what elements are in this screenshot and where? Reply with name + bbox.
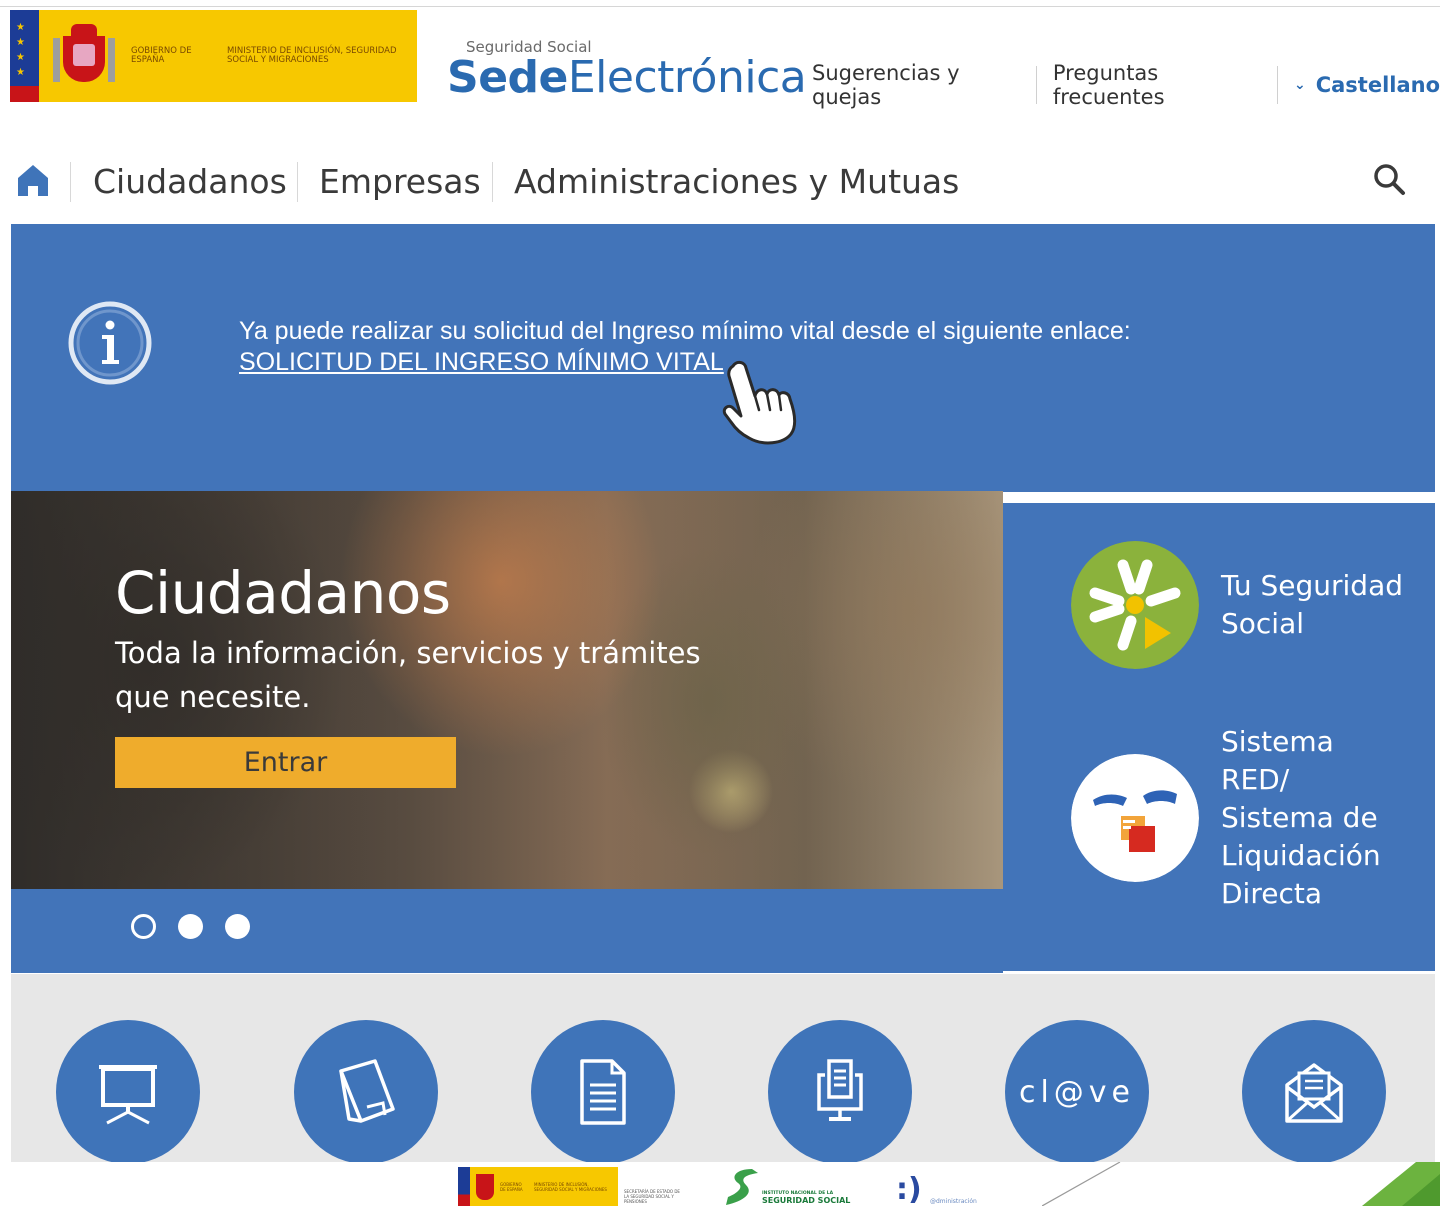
side-panel: Tu Seguridad Social Sistema RED/ Sistema… bbox=[1003, 503, 1435, 971]
services-band: cl@ve bbox=[11, 974, 1435, 1164]
footer-gobierno-text: GOBIERNO DE ESPAÑA bbox=[500, 1181, 523, 1192]
tu-seguridad-social-logo-icon bbox=[1071, 541, 1199, 669]
carousel-footer bbox=[11, 889, 1003, 973]
footer-strip bbox=[0, 1162, 1440, 1206]
footer-flag-strip bbox=[458, 1167, 470, 1206]
link-divider bbox=[1035, 66, 1037, 104]
footer-ministerio-text: MINISTERIO DE INCLUSIÓN, SEGURIDAD SOCIA… bbox=[534, 1181, 607, 1192]
language-selector[interactable]: ⌄ Castellano bbox=[1294, 73, 1440, 97]
footer-inss-logo: INSTITUTO NACIONAL DE LA SEGURIDAD SOCIA… bbox=[722, 1167, 852, 1206]
service-presentation[interactable] bbox=[56, 1020, 200, 1164]
chevron-down-icon: ⌄ bbox=[1293, 77, 1306, 93]
carousel-dot-3[interactable] bbox=[225, 914, 250, 939]
sede-electronica-logo[interactable]: SedeElectrónica bbox=[447, 52, 807, 103]
search-icon[interactable] bbox=[1372, 162, 1406, 196]
service-document[interactable] bbox=[531, 1020, 675, 1164]
carousel-dots bbox=[131, 914, 250, 939]
language-label: Castellano bbox=[1315, 73, 1440, 97]
gobierno-text: GOBIERNO DE ESPAÑA bbox=[131, 46, 192, 65]
clave-logo-icon: cl@ve bbox=[1018, 1074, 1136, 1110]
tu-seguridad-social-label: Tu Seguridad Social bbox=[1221, 569, 1404, 640]
carousel-description: Toda la información, servicios y trámite… bbox=[115, 636, 701, 714]
home-icon[interactable] bbox=[16, 162, 50, 198]
carousel-dot-2[interactable] bbox=[178, 914, 203, 939]
decorative-green-corner bbox=[1362, 1162, 1440, 1206]
sistema-red-label: Sistema RED/ Sistema de Liquidación Dire… bbox=[1221, 725, 1381, 910]
eu-stars-icon: ★ ★ ★ ★ bbox=[16, 22, 25, 78]
footer-secretaria-text: SECRETARÍA DE ESTADO DE LA SEGURIDAD SOC… bbox=[618, 1167, 684, 1206]
presentation-board-icon bbox=[99, 1065, 157, 1125]
service-mail[interactable] bbox=[1242, 1020, 1386, 1164]
alert-message: Ya puede realizar su solicitud del Ingre… bbox=[239, 317, 1131, 345]
nav-item-ciudadanos[interactable]: Ciudadanos bbox=[93, 162, 287, 201]
entrar-button[interactable]: Entrar bbox=[115, 737, 456, 788]
sistema-red-link[interactable]: Sistema RED/ Sistema de Liquidación Dire… bbox=[1071, 723, 1401, 913]
preguntas-frecuentes-link[interactable]: Preguntas frecuentes bbox=[1053, 61, 1261, 109]
gobierno-espana-logo[interactable]: ★ ★ ★ ★ GOBIERNO DE ESPAÑA MINISTERIO DE IN… bbox=[10, 10, 417, 102]
sede-title-light: Electrónica bbox=[567, 52, 807, 103]
nav-item-empresas[interactable]: Empresas bbox=[319, 162, 481, 201]
carousel-dot-1[interactable] bbox=[131, 914, 156, 939]
hand-pointer-cursor-icon bbox=[722, 360, 797, 445]
inss-s-logo-icon bbox=[726, 1169, 758, 1205]
nav-divider bbox=[492, 162, 493, 202]
tu-seguridad-social-link[interactable]: Tu Seguridad Social bbox=[1071, 541, 1411, 669]
link-divider bbox=[1277, 66, 1278, 104]
alert-message-block: Ya puede realizar su solicitud del Ingre… bbox=[239, 316, 1131, 378]
nav-divider bbox=[297, 162, 298, 202]
ingreso-minimo-vital-link[interactable]: SOLICITUD DEL INGRESO MÍNIMO VITAL bbox=[239, 347, 1131, 378]
smiley-logo-icon: :) bbox=[896, 1172, 922, 1206]
footer-administracion-digital-logo: :) @dministración bbox=[896, 1172, 996, 1206]
sugerencias-link[interactable]: Sugerencias y quejas bbox=[812, 61, 1020, 109]
footer-gobierno-logo: GOBIERNO DE ESPAÑA MINISTERIO DE INCLUSI… bbox=[458, 1167, 684, 1206]
sistema-red-logo-icon bbox=[1071, 754, 1199, 882]
document-icon bbox=[580, 1059, 626, 1125]
footer-coat-of-arms-icon bbox=[476, 1173, 494, 1200]
top-rule bbox=[0, 6, 1440, 7]
service-folder[interactable] bbox=[294, 1020, 438, 1164]
folder-icon bbox=[339, 1059, 395, 1123]
sede-title-bold: Sede bbox=[447, 52, 568, 103]
eu-flag-strip: ★ ★ ★ ★ bbox=[10, 10, 39, 102]
ministerio-text: MINISTERIO DE INCLUSIÓN, SEGURIDAD SOCIA… bbox=[227, 46, 397, 65]
service-computer-document[interactable] bbox=[768, 1020, 912, 1164]
footer-administracion-text: @dministración bbox=[930, 1198, 977, 1205]
nav-item-administraciones[interactable]: Administraciones y Mutuas bbox=[514, 162, 959, 201]
hero-carousel: Ciudadanos Toda la información, servicio… bbox=[11, 491, 1003, 889]
service-clave[interactable]: cl@ve bbox=[1005, 1020, 1149, 1164]
nav-divider bbox=[70, 162, 71, 202]
info-icon bbox=[68, 301, 152, 385]
top-links: Sugerencias y quejas Preguntas frecuente… bbox=[812, 61, 1440, 109]
carousel-title: Ciudadanos bbox=[115, 559, 451, 627]
envelope-icon bbox=[1285, 1063, 1343, 1123]
decorative-diagonal-line bbox=[1042, 1162, 1121, 1206]
info-alert-banner: Ya puede realizar su solicitud del Ingre… bbox=[11, 224, 1435, 492]
coat-of-arms-icon bbox=[53, 24, 115, 88]
main-nav: Ciudadanos Empresas Administraciones y M… bbox=[0, 160, 1440, 210]
footer-inss-text-line2: SEGURIDAD SOCIAL bbox=[762, 1196, 851, 1205]
computer-document-icon bbox=[817, 1059, 863, 1121]
